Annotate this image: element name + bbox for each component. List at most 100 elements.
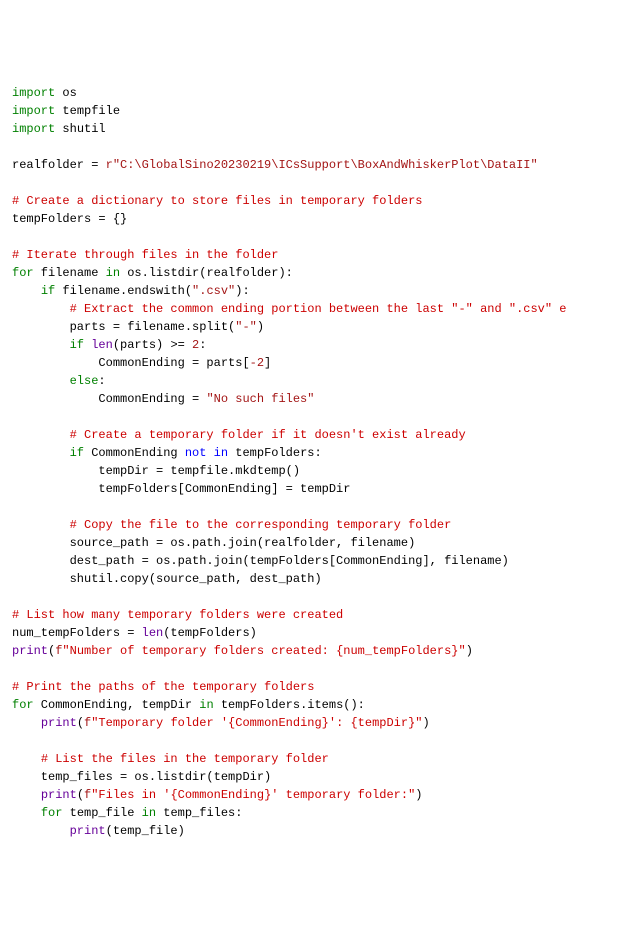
code-line <box>12 588 605 606</box>
code-line: print(f"Files in '{CommonEnding}' tempor… <box>12 786 605 804</box>
code-token: tempFolders: <box>228 446 322 460</box>
code-line: tempFolders = {} <box>12 210 605 228</box>
code-token: os.listdir(realfolder): <box>120 266 293 280</box>
code-line: dest_path = os.path.join(tempFolders[Com… <box>12 552 605 570</box>
code-token: len <box>142 626 164 640</box>
code-token: in <box>142 806 156 820</box>
code-token: CommonEnding, tempDir <box>34 698 200 712</box>
code-token <box>12 806 41 820</box>
code-token: tempFolders = {} <box>12 212 127 226</box>
code-line: tempFolders[CommonEnding] = tempDir <box>12 480 605 498</box>
code-token: import <box>12 122 55 136</box>
code-token: if <box>70 446 84 460</box>
code-token: # Print the paths of the temporary folde… <box>12 680 314 694</box>
code-token <box>12 752 41 766</box>
code-line: for temp_file in temp_files: <box>12 804 605 822</box>
code-token: r <box>106 158 113 172</box>
code-token: (parts) >= <box>113 338 192 352</box>
code-token: source_path = os.path.join(realfolder, f… <box>12 536 415 550</box>
code-line: # Print the paths of the temporary folde… <box>12 678 605 696</box>
code-token: -2 <box>250 356 264 370</box>
code-token: in <box>106 266 120 280</box>
code-line: print(temp_file) <box>12 822 605 840</box>
code-token: filename <box>34 266 106 280</box>
code-token: ): <box>235 284 249 298</box>
code-token: print <box>70 824 106 838</box>
code-line <box>12 228 605 246</box>
code-token: ) <box>257 320 264 334</box>
code-token: for <box>12 698 34 712</box>
code-token: else <box>70 374 99 388</box>
code-token: ) <box>415 788 422 802</box>
code-token: tempFolders.items(): <box>214 698 365 712</box>
code-line: # Create a dictionary to store files in … <box>12 192 605 210</box>
code-line: source_path = os.path.join(realfolder, f… <box>12 534 605 552</box>
code-line: # Iterate through files in the folder <box>12 246 605 264</box>
code-token: shutil.copy(source_path, dest_path) <box>12 572 322 586</box>
code-token: if <box>70 338 84 352</box>
code-line: import tempfile <box>12 102 605 120</box>
code-line <box>12 408 605 426</box>
code-token: (temp_file) <box>106 824 185 838</box>
code-line: CommonEnding = "No such files" <box>12 390 605 408</box>
code-token: # List the files in the temporary folder <box>41 752 329 766</box>
code-block: import osimport tempfileimport shutil re… <box>12 84 605 840</box>
code-line: # List the files in the temporary folder <box>12 750 605 768</box>
code-line <box>12 138 605 156</box>
code-line: for filename in os.listdir(realfolder): <box>12 264 605 282</box>
code-token: CommonEnding = <box>12 392 206 406</box>
code-token: f <box>84 788 91 802</box>
code-line: if filename.endswith(".csv"): <box>12 282 605 300</box>
code-token: import <box>12 86 55 100</box>
code-token: ".csv" <box>192 284 235 298</box>
code-token: tempDir = tempfile.mkdtemp() <box>12 464 300 478</box>
code-token: ) <box>423 716 430 730</box>
code-token: len <box>91 338 113 352</box>
code-line: tempDir = tempfile.mkdtemp() <box>12 462 605 480</box>
code-token: tempfile <box>55 104 120 118</box>
code-token: "No such files" <box>206 392 314 406</box>
code-token: CommonEnding = parts[ <box>12 356 250 370</box>
code-token: # Create a temporary folder if it doesn'… <box>70 428 466 442</box>
code-line: if len(parts) >= 2: <box>12 336 605 354</box>
code-token: f <box>84 716 91 730</box>
code-line: CommonEnding = parts[-2] <box>12 354 605 372</box>
code-token: shutil <box>55 122 105 136</box>
code-token: num_tempFolders = <box>12 626 142 640</box>
code-token: dest_path = os.path.join(tempFolders[Com… <box>12 554 509 568</box>
code-token: temp_files = os.listdir(tempDir) <box>12 770 271 784</box>
code-token: ) <box>466 644 473 658</box>
code-line: import shutil <box>12 120 605 138</box>
code-line: if CommonEnding not in tempFolders: <box>12 444 605 462</box>
code-token <box>12 824 70 838</box>
code-token: CommonEnding <box>84 446 185 460</box>
code-line <box>12 732 605 750</box>
code-line <box>12 660 605 678</box>
code-token <box>12 284 41 298</box>
code-token <box>12 338 70 352</box>
code-token: import <box>12 104 55 118</box>
code-token: : <box>98 374 105 388</box>
code-line <box>12 498 605 516</box>
code-token: # List how many temporary folders were c… <box>12 608 343 622</box>
code-token: filename.endswith( <box>55 284 192 298</box>
code-token: # Copy the file to the corresponding tem… <box>70 518 452 532</box>
code-token <box>12 788 41 802</box>
code-token: for <box>12 266 34 280</box>
code-line: parts = filename.split("-") <box>12 318 605 336</box>
code-token: # Iterate through files in the folder <box>12 248 278 262</box>
code-token: "Temporary folder '{CommonEnding}': {tem… <box>91 716 422 730</box>
code-line <box>12 174 605 192</box>
code-token: "Files in '{CommonEnding}' temporary fol… <box>91 788 415 802</box>
code-token: ( <box>77 788 84 802</box>
code-line: shutil.copy(source_path, dest_path) <box>12 570 605 588</box>
code-token: (tempFolders) <box>163 626 257 640</box>
code-token: if <box>41 284 55 298</box>
code-token: "-" <box>235 320 257 334</box>
code-token: for <box>41 806 63 820</box>
code-token <box>12 716 41 730</box>
code-line: # Create a temporary folder if it doesn'… <box>12 426 605 444</box>
code-token <box>12 374 70 388</box>
code-token: not in <box>185 446 228 460</box>
code-token: os <box>55 86 77 100</box>
